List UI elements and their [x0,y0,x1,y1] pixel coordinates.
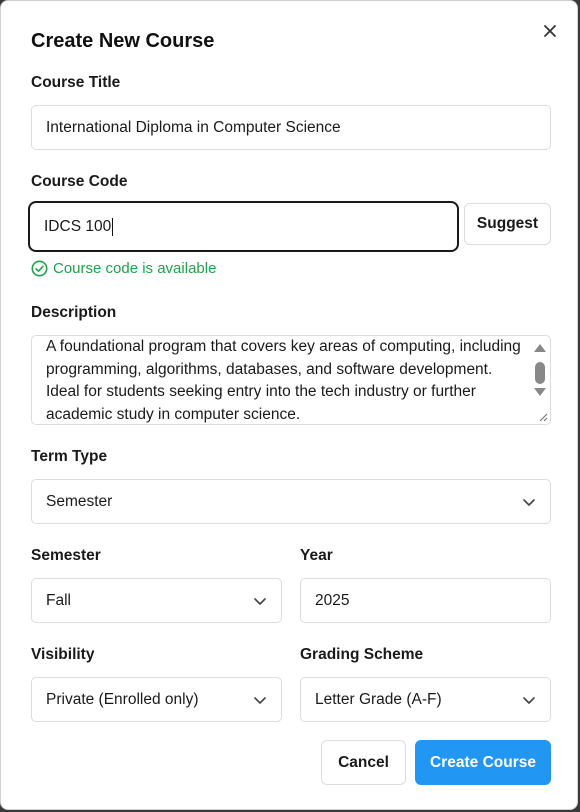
course-title-label: Course Title [31,74,121,91]
semester-select[interactable]: Fall [31,578,282,623]
semester-value: Fall [46,591,71,609]
visibility-label: Visibility [31,646,95,663]
dialog-title: Create New Course [31,30,215,52]
chevron-down-icon [254,597,266,605]
grading-scheme-value: Letter Grade (A-F) [315,690,442,708]
term-type-select[interactable]: Semester [31,479,551,524]
description-label: Description [31,304,117,321]
chevron-down-icon [523,498,535,506]
chevron-down-icon [254,696,266,704]
close-button[interactable] [538,19,562,43]
course-code-input[interactable]: IDCS 100 [28,201,459,252]
year-value: 2025 [315,591,350,609]
scroll-up-icon [534,344,546,352]
create-course-dialog: Create New Course Course Title Internati… [0,0,578,810]
description-textarea[interactable]: A foundational program that covers key a… [31,335,551,425]
course-code-value: IDCS 100 [44,217,112,235]
course-code-status: Course code is available [31,260,216,277]
grading-scheme-label: Grading Scheme [300,646,424,663]
visibility-value: Private (Enrolled only) [46,690,199,708]
year-input[interactable]: 2025 [300,578,551,623]
visibility-select[interactable]: Private (Enrolled only) [31,677,282,722]
close-icon [544,25,556,37]
course-title-value: International Diploma in Computer Scienc… [46,118,341,136]
scroll-down-icon [534,388,546,396]
course-code-label: Course Code [31,173,128,190]
create-course-button[interactable]: Create Course [415,740,551,785]
text-caret [112,217,114,236]
course-title-input[interactable]: International Diploma in Computer Scienc… [31,105,551,150]
year-label: Year [300,547,333,564]
suggest-button[interactable]: Suggest [464,203,551,245]
check-circle-icon [31,260,48,277]
semester-label: Semester [31,547,101,564]
scroll-thumb [535,362,545,384]
course-code-status-text: Course code is available [53,260,217,277]
chevron-down-icon [523,696,535,704]
description-value: A foundational program that covers key a… [46,338,521,423]
cancel-button[interactable]: Cancel [321,740,406,785]
grading-scheme-select[interactable]: Letter Grade (A-F) [300,677,551,722]
term-type-value: Semester [46,492,113,510]
term-type-label: Term Type [31,448,108,465]
resize-handle-icon[interactable] [536,410,548,422]
